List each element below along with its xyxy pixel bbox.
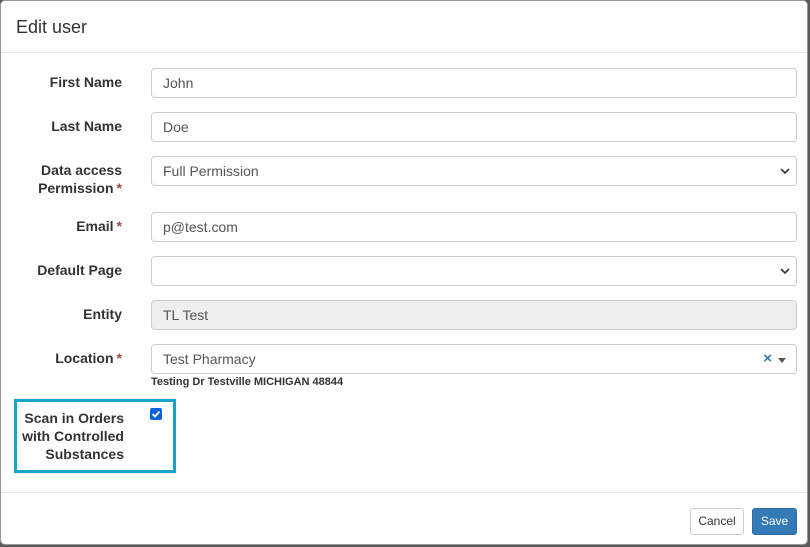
scan-label-line3: Substances bbox=[45, 446, 124, 462]
first-name-label: First Name bbox=[49, 74, 122, 90]
email-input[interactable]: p@test.com bbox=[151, 212, 797, 242]
dialog-header: Edit user bbox=[1, 1, 807, 53]
scan-controlled-checkbox[interactable] bbox=[150, 408, 162, 420]
clear-icon[interactable]: × bbox=[763, 345, 772, 373]
data-access-value: Full Permission bbox=[163, 163, 259, 179]
location-value: Test Pharmacy bbox=[163, 351, 256, 367]
data-access-label-line1: Data access bbox=[41, 162, 122, 178]
check-icon bbox=[151, 410, 161, 418]
last-name-label: Last Name bbox=[51, 118, 122, 134]
location-label-text: Location bbox=[55, 350, 114, 366]
edit-user-dialog: Edit user First Name John Last Name Doe … bbox=[0, 0, 808, 545]
entity-label: Entity bbox=[83, 306, 122, 322]
data-access-label: Data access Permission * bbox=[2, 161, 122, 197]
required-marker: * bbox=[116, 218, 122, 234]
chevron-down-icon bbox=[780, 268, 790, 275]
scan-label-line1: Scan in Orders bbox=[24, 410, 124, 426]
default-page-select[interactable] bbox=[151, 256, 797, 286]
required-marker: * bbox=[116, 350, 122, 366]
chevron-down-icon bbox=[780, 168, 790, 175]
caret-down-icon[interactable] bbox=[778, 358, 786, 363]
data-access-select[interactable]: Full Permission bbox=[151, 156, 797, 186]
email-label-text: Email bbox=[76, 218, 114, 234]
save-button[interactable]: Save bbox=[752, 508, 797, 535]
location-label: Location * bbox=[2, 349, 122, 367]
location-address: Testing Dr Testville MICHIGAN 48844 bbox=[151, 376, 344, 388]
last-name-input[interactable]: Doe bbox=[151, 112, 797, 142]
email-label: Email * bbox=[2, 217, 122, 235]
dialog-title: Edit user bbox=[16, 17, 88, 37]
location-select[interactable]: Test Pharmacy × bbox=[151, 344, 797, 374]
data-access-label-line2: Permission bbox=[38, 180, 114, 196]
cancel-button[interactable]: Cancel bbox=[690, 508, 744, 535]
scan-label-line2: with Controlled bbox=[22, 428, 124, 444]
default-page-label: Default Page bbox=[37, 262, 122, 278]
entity-input: TL Test bbox=[151, 300, 797, 330]
scan-controlled-label: Scan in Orders with Controlled Substance… bbox=[15, 409, 124, 463]
dialog-footer: Cancel Save bbox=[1, 492, 807, 546]
required-marker: * bbox=[116, 180, 122, 196]
first-name-input[interactable]: John bbox=[151, 68, 797, 98]
